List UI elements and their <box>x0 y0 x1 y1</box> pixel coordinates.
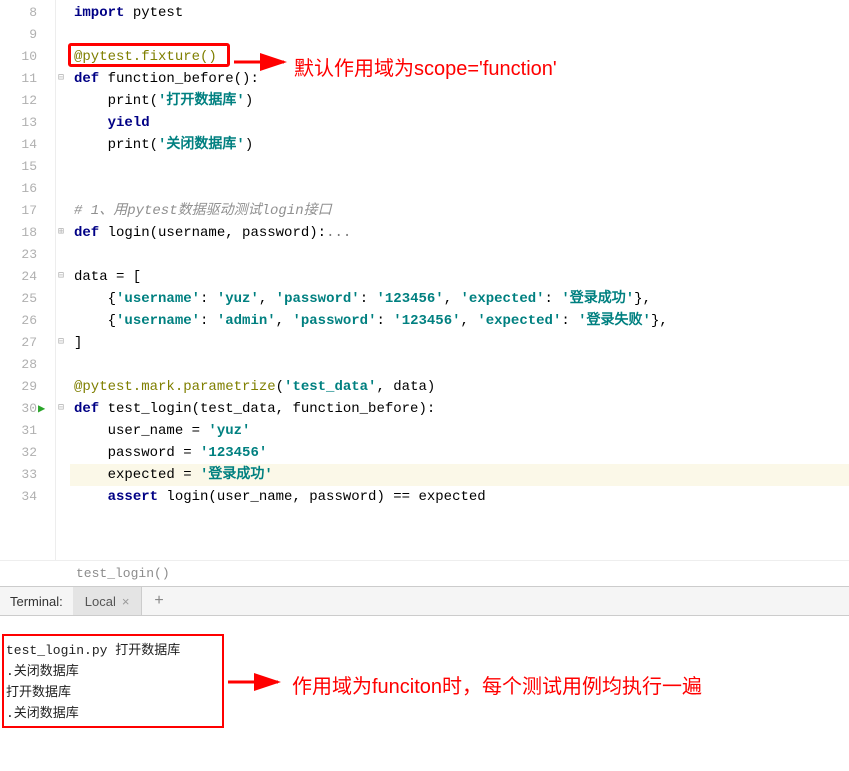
terminal-tab-label: Local <box>85 594 116 609</box>
line-number: 32 <box>0 442 55 464</box>
line-number: 25 <box>0 288 55 310</box>
code-text: print( <box>74 93 158 109</box>
line-number: 27 <box>0 332 55 354</box>
line-number: 11 <box>0 68 55 90</box>
terminal-tab-local[interactable]: Local × <box>73 587 143 615</box>
comment: # 1、用pytest数据驱动测试login接口 <box>74 203 332 219</box>
code-editor: 8 9 10 11 12 13 14 15 16 17 18 23 24 25 … <box>0 0 849 560</box>
line-number: 12 <box>0 90 55 112</box>
line-number: 33 <box>0 464 55 486</box>
fold-icon[interactable]: ⊟ <box>58 398 64 420</box>
fold-column: ⊟ ⊞ ⊟ ⊟ ⊟ <box>56 0 70 560</box>
annotation-box-output <box>2 634 224 728</box>
line-number: 30 <box>0 398 55 420</box>
code-text: (username, password): <box>150 225 326 241</box>
fold-icon[interactable]: ⊟ <box>58 68 64 90</box>
run-test-icon[interactable]: ▶ <box>38 398 45 420</box>
highlighted-line: expected = '登录成功' <box>70 464 849 486</box>
line-number: 16 <box>0 178 55 200</box>
function-name: login <box>108 225 150 241</box>
add-terminal-icon[interactable]: + <box>142 592 175 610</box>
line-number: 14 <box>0 134 55 156</box>
keyword: def <box>74 225 108 241</box>
line-number: 31 <box>0 420 55 442</box>
line-number: 28 <box>0 354 55 376</box>
line-number: 8 <box>0 2 55 24</box>
string-literal: '关闭数据库' <box>158 137 245 153</box>
line-number: 9 <box>0 24 55 46</box>
code-area[interactable]: import pytest @pytest.fixture() def func… <box>70 0 849 560</box>
terminal-label: Terminal: <box>0 594 73 609</box>
line-number: 17 <box>0 200 55 222</box>
annotation-text-scope: 默认作用域为scope='function' <box>294 52 557 81</box>
arrow-icon <box>228 672 288 696</box>
fold-icon[interactable]: ⊞ <box>58 222 64 244</box>
code-text: print( <box>74 137 158 153</box>
fold-icon[interactable]: ⊟ <box>58 266 64 288</box>
line-number: 23 <box>0 244 55 266</box>
line-number: 10 <box>0 46 55 68</box>
line-number-gutter: 8 9 10 11 12 13 14 15 16 17 18 23 24 25 … <box>0 0 56 560</box>
breadcrumb[interactable]: test_login() <box>0 560 849 586</box>
arrow-icon <box>234 52 294 77</box>
line-number: 24 <box>0 266 55 288</box>
terminal-output[interactable]: test_login.py 打开数据库 .关闭数据库 打开数据库 .关闭数据库 … <box>0 616 849 771</box>
terminal-tab-bar: Terminal: Local × + <box>0 586 849 616</box>
line-number: 29 <box>0 376 55 398</box>
code-text: ) <box>245 93 253 109</box>
line-number: 34 <box>0 486 55 508</box>
close-icon[interactable]: × <box>122 594 130 609</box>
line-number: 15 <box>0 156 55 178</box>
annotation-box-fixture <box>68 43 230 67</box>
folded-indicator[interactable]: ... <box>326 225 351 241</box>
line-number: 13 <box>0 112 55 134</box>
annotation-text-function-scope: 作用域为funciton时，每个测试用例均执行一遍 <box>292 670 702 699</box>
line-number: 18 <box>0 222 55 244</box>
fold-icon[interactable]: ⊟ <box>58 332 64 354</box>
string-literal: '打开数据库' <box>158 93 245 109</box>
line-number: 26 <box>0 310 55 332</box>
code-text: ) <box>245 137 253 153</box>
